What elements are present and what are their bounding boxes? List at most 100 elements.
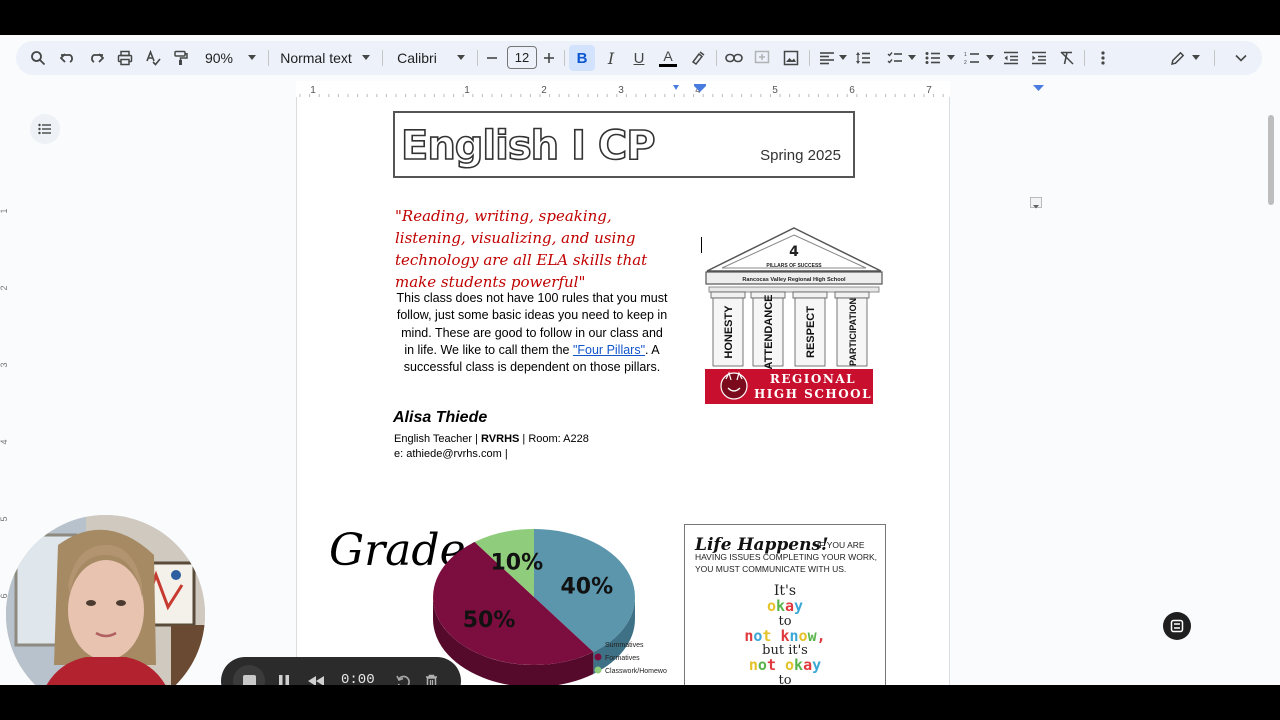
vruler-number: 4 [0,439,9,444]
restart-icon[interactable] [393,669,413,685]
align-dropdown-icon[interactable] [839,55,847,60]
vruler-number: 1 [0,208,9,213]
paragraph-style-select[interactable]: Normal text [280,41,352,75]
legend-swatch [594,666,602,674]
style-dropdown-icon[interactable] [362,55,370,60]
spelling-grammar-icon[interactable] [141,41,165,75]
life-happens-box[interactable]: Life Happens! If you are having issues c… [684,524,886,685]
vruler-number: 2 [0,285,9,290]
undo-icon[interactable] [56,41,80,75]
intro-paragraph: This class does not have 100 rules that … [396,291,668,375]
editing-mode-dropdown-icon[interactable] [1192,55,1200,60]
rewind-icon[interactable] [305,669,327,685]
pillar-label: ATTENDANCE [763,295,775,370]
checklist-icon[interactable] [884,41,906,75]
pillar-label: RESPECT [805,306,817,358]
align-icon[interactable] [816,41,838,75]
line-spacing-icon[interactable] [852,41,874,75]
stop-icon [242,674,256,685]
life-word: not okay [748,656,822,674]
print-icon[interactable] [113,41,137,75]
teacher-email: e: athiede@rvrhs.com | [394,448,508,460]
ruler-number: 1 [310,85,316,96]
separator [564,50,565,66]
chevron-up-icon[interactable] [1230,41,1252,75]
bold-icon[interactable]: B [569,45,595,71]
teacher-name: Alisa Thiede [393,409,488,426]
course-title: English I CP [400,122,656,170]
separator [716,50,717,66]
bulleted-list-dropdown-icon[interactable] [947,55,955,60]
pillar-label: PARTICIPATION [848,298,858,366]
text-color-icon[interactable]: A [656,41,680,75]
explore-icon[interactable] [1163,612,1191,640]
font-select[interactable]: Calibri [394,41,440,75]
separator [809,50,810,66]
ruler-number: 5 [772,85,778,96]
redo-icon[interactable] [84,41,108,75]
increase-font-size-icon[interactable] [539,41,559,75]
right-indent-marker[interactable] [1033,85,1044,91]
pie-data-label: 50% [463,608,516,633]
paint-format-icon[interactable] [169,41,193,75]
numbered-list-dropdown-icon[interactable] [986,55,994,60]
text-cursor [701,237,702,253]
delete-recording-icon[interactable] [421,669,441,685]
stop-recording-button[interactable] [233,665,265,685]
term-label: Spring 2025 [760,147,841,164]
pause-icon[interactable] [274,669,294,685]
logo-text-line2: HIGH SCHOOL [754,387,872,401]
pillar-capital [792,291,828,299]
docs-window: 90% Normal text Calibri 12 B I U A 1 2 1… [0,35,1280,685]
legend-label: Formatives [605,655,640,662]
four-pillars-image[interactable]: 4 PILLARS OF SUCCESS Rancocas Valley Reg… [703,226,885,406]
first-line-indent-marker[interactable] [694,84,706,86]
separator [1084,50,1085,66]
legend-label: Classwork/Homework [605,668,667,675]
red-devil-mascot-icon [720,372,748,400]
numbered-list-icon[interactable]: 12 [961,41,983,75]
decrease-indent-icon[interactable] [1000,41,1022,75]
vertical-scrollbar[interactable] [1268,115,1274,205]
font-size-input[interactable]: 12 [507,46,537,69]
pillars-number: 4 [789,244,799,260]
pillar-label: HONESTY [723,305,735,359]
zoom-dropdown-icon[interactable] [248,55,256,60]
bulleted-list-icon[interactable] [922,41,944,75]
toolbar: 90% Normal text Calibri 12 B I U A 1 2 [16,41,1262,75]
recording-controls: 0:00 [221,657,461,685]
legend-label: Summatives [605,642,644,649]
pillar-capital [710,291,746,299]
vruler-number: 3 [0,362,9,367]
recording-timer: 0:00 [341,672,375,685]
document-page[interactable]: English I CP Spring 2025 "Reading, writi… [296,97,950,685]
separator [382,50,383,66]
search-menus-icon[interactable] [26,41,50,75]
svg-text:1: 1 [964,52,967,58]
zoom-select[interactable]: 90% [202,41,236,75]
underline-icon[interactable]: U [628,41,650,75]
suggestion-dropdown-icon[interactable] [1030,197,1042,209]
checklist-dropdown-icon[interactable] [908,55,916,60]
pie-data-label: 40% [560,574,613,599]
insert-image-icon[interactable] [779,41,803,75]
decrease-font-size-icon[interactable] [482,41,502,75]
ruler-number: 3 [618,85,624,96]
vruler-number: 5 [0,516,9,521]
separator [1214,50,1215,66]
italic-icon[interactable]: I [600,41,622,75]
font-dropdown-icon[interactable] [457,55,465,60]
clear-formatting-icon[interactable] [1056,41,1078,75]
horizontal-ruler[interactable]: 11234567 [0,81,1280,97]
more-options-icon[interactable] [1094,41,1112,75]
highlight-color-icon[interactable] [686,41,710,75]
editing-mode-icon[interactable] [1166,41,1190,75]
document-outline-icon[interactable] [30,114,60,144]
pillar-capital [834,291,870,299]
insert-link-icon[interactable] [722,41,746,75]
ruler-number: 1 [464,85,470,96]
add-comment-icon[interactable] [750,41,774,75]
four-pillars-link[interactable]: "Four Pillars" [573,343,645,357]
increase-indent-icon[interactable] [1028,41,1050,75]
webcam-bubble[interactable] [6,515,205,685]
